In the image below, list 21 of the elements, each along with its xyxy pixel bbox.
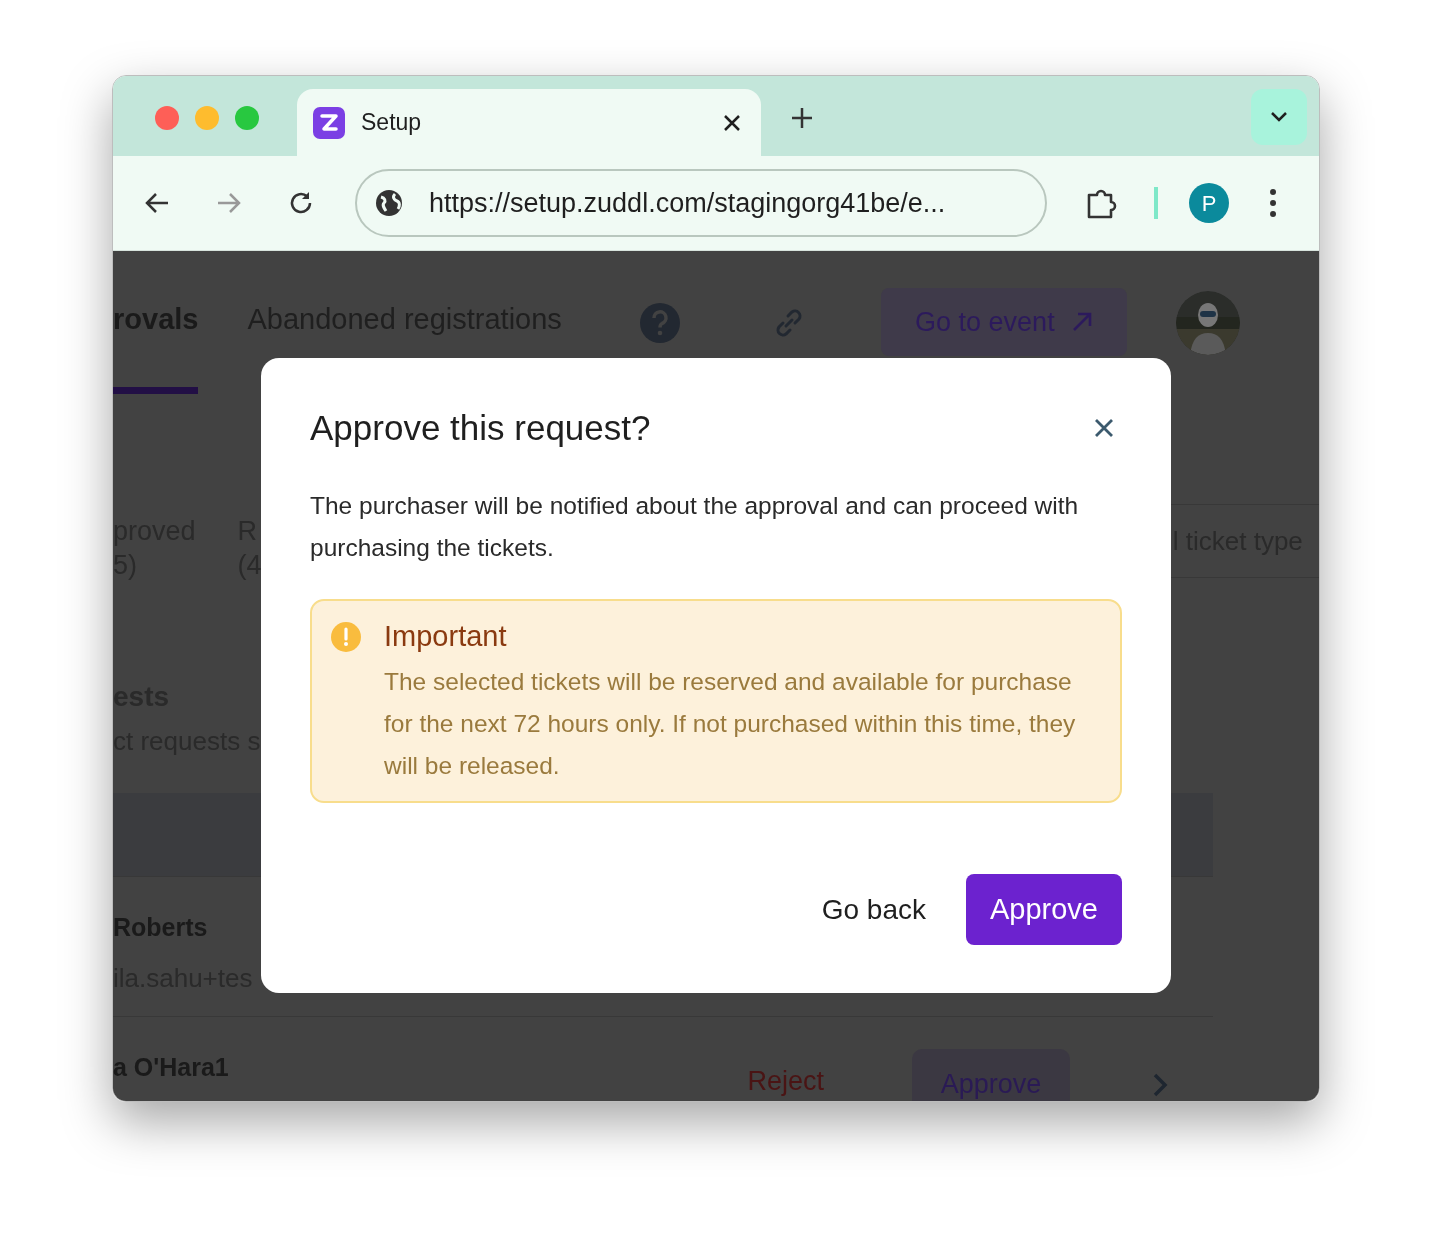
browser-tab[interactable]: Setup bbox=[297, 89, 761, 156]
chevron-down-icon bbox=[1270, 111, 1288, 123]
address-bar[interactable]: https://setup.zuddl.com/stagingorg41be/e... bbox=[355, 169, 1047, 237]
approve-button[interactable]: Approve bbox=[966, 874, 1122, 945]
profile-avatar[interactable]: P bbox=[1189, 183, 1229, 223]
callout-message: The selected tickets will be reserved and available for purchase for the next 72 hours only. If not purchased within this time, they will be released. bbox=[384, 666, 1077, 781]
warning-icon bbox=[330, 620, 362, 653]
go-back-button[interactable]: Go back bbox=[821, 888, 926, 931]
tab-title: Setup bbox=[361, 108, 422, 138]
menu-icon[interactable] bbox=[1269, 188, 1277, 218]
globe-icon bbox=[375, 189, 403, 217]
tab-search-button[interactable] bbox=[1251, 89, 1307, 145]
app-logo-icon bbox=[313, 106, 345, 139]
close-window-button[interactable] bbox=[155, 106, 179, 130]
dialog-title: Approve this request? bbox=[310, 407, 651, 449]
close-tab-icon[interactable] bbox=[723, 113, 741, 132]
dialog-message: The purchaser will be notified about the approval and can proceed with purchasing the tickets. bbox=[310, 490, 1080, 563]
new-tab-icon[interactable] bbox=[791, 107, 813, 129]
url-text: https://setup.zuddl.com/stagingorg41be/e... bbox=[429, 186, 946, 220]
callout-title: Important bbox=[384, 618, 508, 654]
close-icon[interactable] bbox=[1094, 418, 1114, 439]
